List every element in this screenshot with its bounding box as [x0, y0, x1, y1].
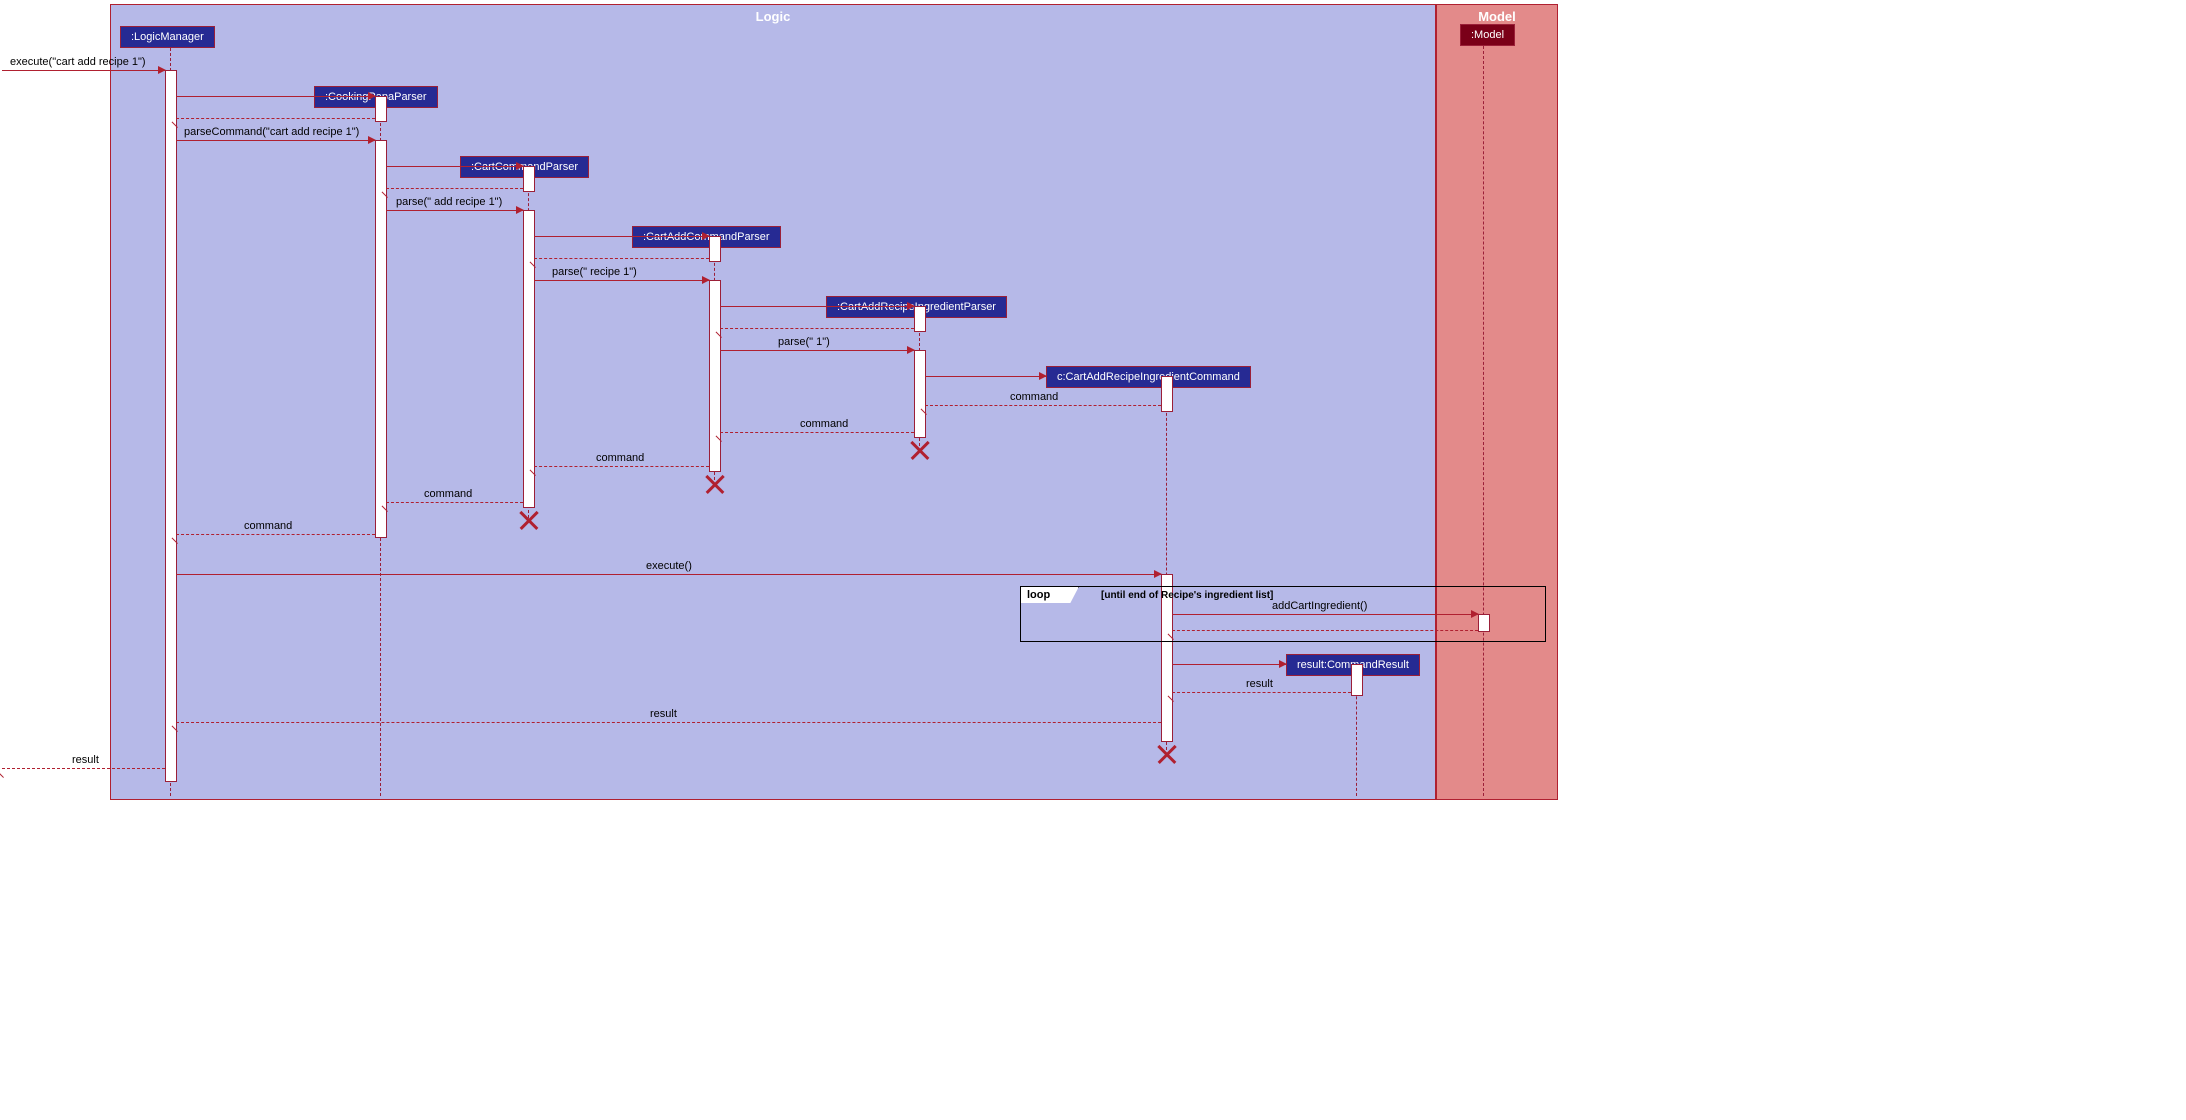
- arrow-parse3: [720, 350, 914, 351]
- arrow-create-ccp-ret: [386, 188, 523, 189]
- arrow-cmd-ret2: [720, 432, 914, 433]
- model-frame: Model: [1436, 4, 1558, 800]
- arrow-cmd-ret4: [386, 502, 523, 503]
- activation-cart-add-command-parser-2: [709, 280, 721, 472]
- arrow-cmd-ret1: [925, 405, 1161, 406]
- participant-model: :Model: [1460, 24, 1515, 46]
- arrow-result-ret2: [176, 722, 1161, 723]
- activation-cooking-papa-parser-2: [375, 140, 387, 538]
- label-exec-in: execute("cart add recipe 1"): [10, 56, 146, 68]
- label-execute: execute(): [646, 560, 692, 572]
- label-cmd4: command: [424, 488, 472, 500]
- activation-parser5-2: [914, 350, 926, 438]
- arrow-parse2: [534, 280, 709, 281]
- model-frame-title: Model: [1478, 9, 1516, 24]
- activation-cart-command-parser-2: [523, 210, 535, 508]
- label-result1: result: [1246, 678, 1273, 690]
- label-parse-command: parseCommand("cart add recipe 1"): [184, 126, 359, 138]
- activation-cart-add-command-parser-1: [709, 236, 721, 262]
- label-cmd5: command: [244, 520, 292, 532]
- arrow-create-result: [1172, 664, 1286, 665]
- label-cmd3: command: [596, 452, 644, 464]
- activation-parser5-1: [914, 306, 926, 332]
- arrow-create-carip-ret: [720, 328, 914, 329]
- label-parse2: parse(" recipe 1"): [552, 266, 637, 278]
- participant-logic-manager: :LogicManager: [120, 26, 215, 48]
- arrow-create-ccp: [386, 166, 523, 167]
- participant-command: c:CartAddRecipeIngredientCommand: [1046, 366, 1251, 388]
- arrow-create-parser: [176, 96, 375, 97]
- destroy-icon: [1157, 744, 1177, 764]
- arrow-execute: [176, 574, 1161, 575]
- destroy-icon: [705, 474, 725, 494]
- activation-cart-command-parser-1: [523, 166, 535, 192]
- destroy-icon: [519, 510, 539, 530]
- label-parse1: parse(" add recipe 1"): [396, 196, 502, 208]
- activation-cmd-1: [1161, 376, 1173, 412]
- arrow-parse-command: [176, 140, 375, 141]
- label-cmd1: command: [1010, 391, 1058, 403]
- arrow-add-ingredient: [1172, 614, 1478, 615]
- arrow-exec-in: [2, 70, 165, 71]
- arrow-cmd-ret5: [176, 534, 375, 535]
- arrow-create-carip: [720, 306, 914, 307]
- activation-result: [1351, 664, 1363, 696]
- logic-frame-title: Logic: [756, 9, 791, 24]
- loop-condition: [until end of Recipe's ingredient list]: [1101, 590, 1273, 601]
- activation-logic-manager: [165, 70, 177, 782]
- label-cmd2: command: [800, 418, 848, 430]
- arrow-create-cacp-ret: [534, 258, 709, 259]
- destroy-icon: [910, 440, 930, 460]
- logic-frame: Logic: [110, 4, 1436, 800]
- arrow-add-ingredient-ret: [1172, 630, 1478, 631]
- arrow-create-parser-ret: [176, 118, 375, 119]
- arrow-create-cmd: [925, 376, 1046, 377]
- activation-cooking-papa-parser-1: [375, 96, 387, 122]
- label-parse3: parse(" 1"): [778, 336, 830, 348]
- arrow-result-ret1: [1172, 692, 1351, 693]
- lifeline-model: [1483, 46, 1484, 796]
- label-result-out: result: [72, 754, 99, 766]
- loop-keyword: loop: [1020, 586, 1079, 603]
- label-result2: result: [650, 708, 677, 720]
- arrow-create-cacp: [534, 236, 709, 237]
- label-add-ingredient: addCartIngredient(): [1272, 600, 1367, 612]
- arrow-result-out: [2, 768, 165, 769]
- arrow-parse1: [386, 210, 523, 211]
- arrow-cmd-ret3: [534, 466, 709, 467]
